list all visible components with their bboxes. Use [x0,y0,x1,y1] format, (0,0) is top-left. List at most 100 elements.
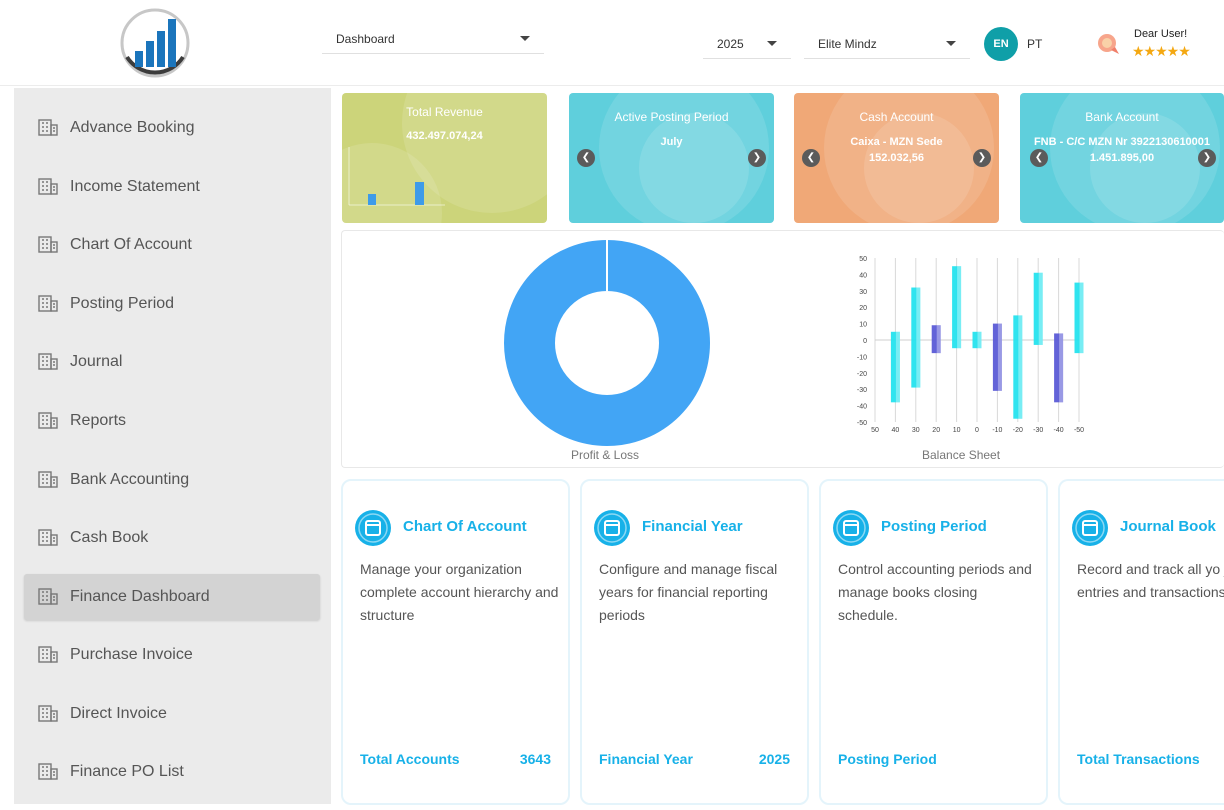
building-icon [38,588,58,605]
calendar-icon [594,510,630,546]
next-arrow-button[interactable]: ❯ [748,149,766,167]
building-icon [38,178,58,195]
previous-arrow-button[interactable]: ❮ [577,149,595,167]
kpi-title: Total Revenue [406,105,483,119]
language-en-button[interactable]: EN [984,27,1018,61]
profit-loss-caption: Profit & Loss [571,448,640,462]
kpi-subtitle: Caixa - MZN Sede [850,136,943,148]
building-icon [38,646,58,663]
kpi-value: July [660,136,683,148]
sidebar-item-label: Advance Booking [70,119,195,136]
sidebar-item-direct-invoice[interactable]: Direct Invoice [24,691,320,737]
info-card-financial-year[interactable]: Financial Year Configure and manage fisc… [580,479,809,805]
y-tick-label: -20 [857,371,867,378]
sidebar-item-label: Purchase Invoice [70,646,193,663]
sidebar-item-label: Direct Invoice [70,705,167,722]
sidebar-item-label: Posting Period [70,295,175,312]
info-card-chart-of-account[interactable]: Chart Of Account Manage your organizatio… [341,479,570,805]
kpi-bank-account: Bank Account FNB - C/C MZN Nr 3922130610… [1020,93,1224,223]
bar-highlight [936,325,941,354]
card-footer-label: Total Accounts [360,751,460,767]
card-footer-label: Total Transactions [1077,751,1200,767]
card-description: Control accounting periods and manage bo… [838,561,1032,623]
sidebar-item-advance-booking[interactable]: Advance Booking [24,105,320,151]
x-tick-label: -20 [1013,427,1023,434]
sidebar-item-purchase-invoice[interactable]: Purchase Invoice [24,632,320,678]
y-tick-label: 50 [859,256,867,263]
previous-arrow-button[interactable]: ❮ [802,149,820,167]
sidebar: Advance Booking Income Statement Chart O… [14,88,331,804]
sidebar-item-bank-accounting[interactable]: Bank Accounting [24,457,320,503]
building-icon [38,412,58,429]
y-tick-label: -40 [857,404,867,411]
company-select[interactable]: Elite Mindz [804,29,970,59]
next-arrow-button[interactable]: ❯ [973,149,991,167]
kpi-value: 1.451.895,00 [1089,152,1155,164]
building-icon [38,705,58,722]
bar-highlight [1079,282,1084,354]
building-icon [38,471,58,488]
y-tick-label: 20 [859,305,867,312]
card-description: Configure and manage fiscal years for fi… [599,561,778,623]
card-description: Record and track all yo journal entries … [1077,561,1224,600]
sidebar-item-finance-po-list[interactable]: Finance PO List [24,749,320,795]
user-avatar[interactable] [1095,30,1123,58]
bar-highlight [997,323,1002,391]
bar-highlight [1018,315,1023,419]
x-tick-label: 30 [912,427,920,434]
sidebar-item-income-statement[interactable]: Income Statement [24,164,320,210]
y-tick-label: 30 [859,289,867,296]
x-tick-label: -50 [1074,427,1084,434]
year-select-value: 2025 [717,37,744,51]
sidebar-item-label: Chart Of Account [70,236,192,253]
x-tick-label: 20 [932,427,940,434]
company-select-value: Elite Mindz [818,37,877,51]
sidebar-item-label: Income Statement [70,178,200,195]
mini-bar [415,182,424,205]
chevron-down-icon [946,41,956,46]
card-title: Chart Of Account [403,518,527,535]
year-select[interactable]: 2025 [703,29,791,59]
info-card-posting-period[interactable]: Posting Period Control accounting period… [819,479,1048,805]
bar-highlight [1059,333,1064,403]
sidebar-item-posting-period[interactable]: Posting Period [24,281,320,327]
x-tick-label: -30 [1033,427,1043,434]
app-logo[interactable] [117,7,193,79]
building-icon [38,295,58,312]
x-tick-label: 50 [871,427,879,434]
sidebar-item-chart-of-account[interactable]: Chart Of Account [24,222,320,268]
sidebar-item-label: Finance Dashboard [70,588,210,605]
card-decoration [1090,113,1200,223]
kpi-total-revenue: Total Revenue 432.497.074,24 [342,93,547,223]
bar-highlight [957,266,962,349]
card-footer-label: Financial Year [599,751,693,767]
balance-sheet-caption: Balance Sheet [922,448,1001,462]
previous-arrow-button[interactable]: ❮ [1030,149,1048,167]
x-tick-label: -10 [992,427,1002,434]
kpi-title: Cash Account [859,110,934,124]
sidebar-item-cash-book[interactable]: Cash Book [24,515,320,561]
kpi-title: Active Posting Period [614,110,729,124]
card-footer-value: 3643 [519,751,551,767]
page-select[interactable]: Dashboard [322,24,544,54]
chevron-down-icon [767,41,777,46]
bar-highlight [1038,272,1043,345]
kpi-cash-account: Cash Account Caixa - MZN Sede 152.032,56… [794,93,999,223]
building-icon [38,763,58,780]
language-pt-button[interactable]: PT [1027,37,1042,51]
card-description: Manage your organization complete accoun… [360,561,559,623]
next-arrow-button[interactable]: ❯ [1198,149,1216,167]
sidebar-item-reports[interactable]: Reports [24,398,320,444]
x-tick-label: 10 [953,427,961,434]
revenue-mini-chart [348,147,445,206]
kpi-value: 432.497.074,24 [406,130,483,142]
info-card-journal-book[interactable]: Journal Book Record and track all yo jou… [1058,479,1224,805]
card-decoration [864,113,974,223]
bar-highlight [977,331,982,349]
balance-sheet-bar-chart: 50 40 30 20 10 0 -10 -20 -30 -40 -50 50 40 30 20 10 0 -10… [857,256,1084,434]
sidebar-item-finance-dashboard[interactable]: Finance Dashboard [24,574,320,620]
y-tick-label: -50 [857,420,867,427]
bar-highlight [916,287,921,388]
sidebar-item-journal[interactable]: Journal [24,339,320,385]
card-title: Posting Period [881,518,987,535]
